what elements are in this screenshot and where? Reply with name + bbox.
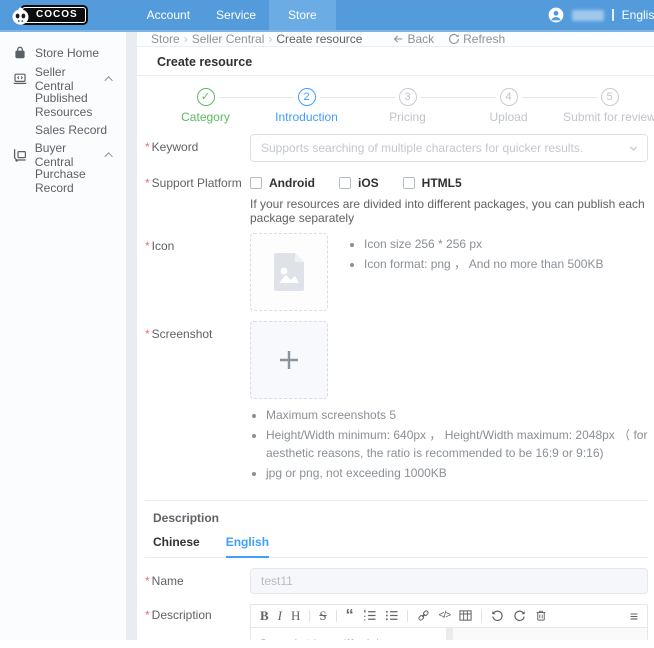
description-section-heading: Description (153, 510, 220, 525)
top-nav: Account Service Store (134, 0, 336, 30)
language-switcher[interactable]: English (622, 8, 654, 22)
tab-chinese[interactable]: Chinese (153, 535, 200, 557)
breadcrumb-seller-central[interactable]: Seller Central (192, 32, 265, 46)
refresh-label: Refresh (463, 32, 506, 46)
checkbox-html5[interactable]: HTML5 (402, 176, 462, 190)
logo-text: COCOS (36, 9, 78, 20)
main-area: Store › Seller Central › Create resource… (137, 32, 654, 640)
name-input[interactable] (250, 567, 648, 594)
refresh-button[interactable]: Refresh (448, 32, 505, 46)
checkbox-icon[interactable] (402, 177, 415, 189)
header-right: English (548, 7, 654, 23)
markdown-preview-pane (453, 627, 647, 640)
icon-label: * Icon (145, 239, 175, 253)
language-tabs: Chinese English (145, 535, 648, 558)
checkbox-android[interactable]: Android (250, 176, 315, 190)
header-divider (611, 9, 614, 21)
seller-central-icon (13, 72, 28, 86)
unordered-list-icon[interactable] (385, 609, 398, 622)
markdown-textarea[interactable] (251, 627, 446, 640)
back-button[interactable]: Back (392, 32, 434, 46)
cocos-mascot-icon (11, 5, 30, 26)
checkbox-ios[interactable]: iOS (339, 176, 379, 190)
icon-requirements: Icon size 256 * 256 px Icon format: png … (350, 233, 603, 311)
cocos-logo[interactable]: COCOS (12, 7, 86, 25)
sidebar-item-label: Published Resources (35, 90, 93, 119)
back-arrow-icon (394, 35, 403, 43)
section-divider (145, 499, 648, 501)
top-header: COCOS Account Service Store English (0, 0, 654, 30)
support-platform-label: * Support Platform (145, 176, 242, 190)
page-title: Create resource (137, 46, 654, 76)
breadcrumb-separator-icon: › (268, 32, 273, 46)
step-introduction[interactable]: 2 Introduction (256, 88, 395, 124)
sidebar-item-label: Store Home (35, 46, 100, 60)
step-check-icon: ✓ (196, 88, 215, 106)
redo-icon[interactable] (513, 609, 526, 622)
screenshot-upload-dropzone[interactable] (250, 321, 328, 399)
layout-gap (126, 32, 137, 640)
description-label: * Description (145, 607, 212, 622)
screenshot-requirements: Maximum screenshots 5 Height/Width minim… (250, 407, 648, 483)
breadcrumb-separator-icon: › (183, 32, 188, 46)
step-upload[interactable]: 4 Upload (458, 88, 597, 124)
tab-english[interactable]: English (225, 535, 270, 558)
sidebar-item-seller-central[interactable]: Seller Central (0, 65, 126, 93)
checkbox-icon[interactable] (250, 177, 262, 189)
step-category[interactable]: ✓ Category (155, 88, 294, 124)
sidebar-item-label: Seller Central (34, 65, 74, 93)
bold-icon[interactable]: B (260, 608, 269, 623)
sidebar-item-label: Purchase Record (35, 166, 86, 195)
support-platform-helper: If your resources are divided into diffe… (250, 197, 645, 225)
buyer-central-icon (13, 148, 28, 162)
refresh-icon (449, 33, 460, 44)
image-file-icon (274, 253, 304, 291)
keyword-label: * Keyword (145, 140, 199, 154)
breadcrumb-store[interactable]: Store (151, 32, 180, 46)
breadcrumb-create-resource: Create resource (276, 32, 363, 46)
username-redacted[interactable] (571, 9, 604, 21)
nav-service[interactable]: Service (203, 0, 269, 30)
ordered-list-icon[interactable] (363, 609, 376, 622)
editor-menu-icon[interactable]: ≡ (630, 609, 638, 623)
sidebar-item-label: Sales Record (35, 122, 108, 137)
link-icon[interactable] (417, 609, 430, 622)
chevron-down-icon[interactable] (628, 143, 639, 154)
editor-splitter[interactable] (446, 627, 453, 640)
step-pricing[interactable]: 3 Pricing (357, 88, 496, 124)
breadcrumb: Store › Seller Central › Create resource… (137, 32, 654, 46)
sidebar-item-buyer-central[interactable]: Buyer Central (0, 141, 126, 169)
sidebar-item-sales-record[interactable]: Sales Record (0, 117, 126, 142)
sidebar-item-label: Buyer Central (34, 141, 74, 169)
checkbox-icon[interactable] (339, 177, 351, 189)
store-home-icon (13, 46, 28, 60)
step-submit-for-review[interactable]: 5 Submit for review (559, 88, 654, 124)
sidebar-item-purchase-record[interactable]: Purchase Record (0, 166, 126, 195)
screenshot-label: * Screenshot (145, 327, 213, 341)
sidebar: Store Home Seller Central Published Reso… (0, 32, 126, 640)
plus-icon (278, 349, 300, 371)
user-avatar-icon[interactable] (548, 7, 564, 23)
undo-icon[interactable] (491, 609, 504, 622)
blockquote-icon[interactable]: “ (346, 607, 354, 623)
sidebar-item-store-home[interactable]: Store Home (0, 40, 126, 66)
code-icon[interactable]: </> (439, 609, 452, 623)
name-label: * Name (145, 573, 184, 588)
strikethrough-icon[interactable]: S (319, 608, 326, 623)
wizard-stepper: ✓ Category 2 Introduction 3 Pricing 4 Up… (155, 88, 654, 124)
heading-icon[interactable]: H (291, 608, 300, 623)
table-icon[interactable] (459, 609, 472, 622)
sidebar-item-published-resources[interactable]: Published Resources (0, 90, 126, 119)
delete-icon[interactable] (535, 609, 547, 622)
editor-toolbar: B I H S “ </> ≡ (251, 605, 647, 628)
nav-store[interactable]: Store (269, 0, 336, 30)
back-label: Back (407, 32, 435, 46)
nav-account[interactable]: Account (134, 0, 203, 30)
keyword-input[interactable] (250, 134, 648, 162)
markdown-editor: B I H S “ </> ≡ Description，(Markdown fo… (250, 603, 648, 640)
icon-upload-dropzone[interactable] (250, 233, 328, 311)
italic-icon[interactable]: I (278, 608, 282, 623)
